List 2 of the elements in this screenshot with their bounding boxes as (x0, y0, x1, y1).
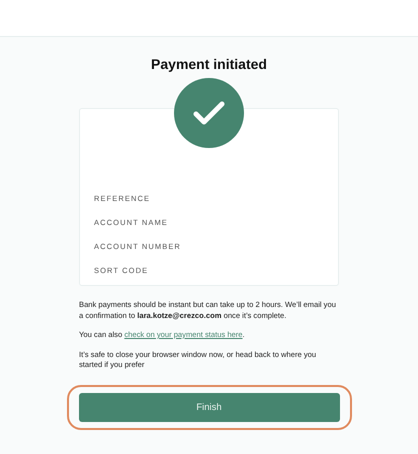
page-title: Payment initiated (151, 56, 267, 72)
finish-button[interactable]: Finish (78, 392, 340, 422)
